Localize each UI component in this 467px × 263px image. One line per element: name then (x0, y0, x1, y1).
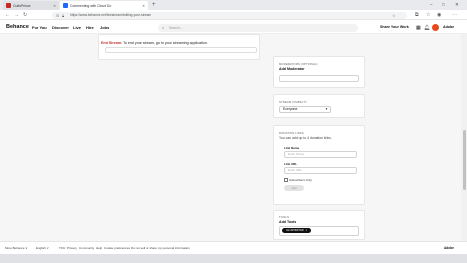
remove-tag-icon[interactable]: × (306, 229, 308, 232)
footer-link-privacy[interactable]: Privacy (67, 246, 77, 250)
reload-icon[interactable]: ↻ (23, 11, 27, 19)
search-icon: ⌕ (162, 24, 165, 30)
visibility-value: Everyone (283, 107, 298, 111)
search-placeholder: Search... (169, 25, 184, 30)
back-arrow-icon[interactable]: ← (5, 11, 10, 19)
site-header: Behance For You Discover Live Hire Jobs … (0, 21, 467, 34)
behance-logo[interactable]: Behance (6, 24, 29, 30)
footer-link-community[interactable]: Community (79, 246, 94, 250)
end-stream-notice: End Stream: To end your stream, go to yo… (101, 41, 208, 45)
donation-subtitle: You can add up to 4 donation links. (279, 136, 332, 140)
link-url-placeholder: Enter URL (288, 168, 303, 172)
apps-grid-icon[interactable]: ▦ (416, 25, 421, 31)
nav-discover[interactable]: Discover (52, 25, 69, 30)
forward-arrow-icon[interactable]: → (14, 11, 19, 19)
stream-key-field[interactable] (105, 47, 257, 53)
avatar[interactable] (432, 24, 439, 31)
donation-label: Donation Links (279, 131, 304, 135)
stream-notice-card: End Stream: To end your stream, go to yo… (98, 34, 260, 60)
footer-link-cookies[interactable]: Cookie preferences (104, 246, 130, 250)
browser-tab-bar: CuttsPrince ✕ Commenting with Cloud Do ✕… (0, 0, 467, 10)
search-input[interactable]: ⌕ Search... (158, 23, 358, 32)
menu-dots-icon[interactable]: ⋯ (452, 11, 457, 19)
bookmark-star-icon[interactable]: ☆ (392, 12, 396, 19)
favorites-icon[interactable]: ☆ (426, 11, 430, 19)
visibility-label: Stream Visibility (279, 100, 307, 104)
nav-hire[interactable]: Hire (86, 25, 94, 30)
profile-icon[interactable]: ◉ (437, 11, 441, 19)
moderator-input[interactable] (279, 75, 359, 82)
address-bar-row: ← → ↻ ⊙ 🔒︎ https://www.behance.net/lives… (0, 10, 467, 20)
lock-icon: 🔒︎ (62, 12, 65, 18)
page-scrollbar[interactable] (461, 34, 467, 241)
footer-link-do-not-sell[interactable]: Do not sell or share my personal informa… (131, 246, 190, 250)
link-url-input[interactable]: Enter URL (284, 167, 357, 174)
adobe-logo[interactable]: Adobe (443, 25, 454, 29)
tab-label: Commenting with Cloud Do (70, 3, 112, 8)
subscribers-only-label: Subscribers Only (289, 178, 312, 182)
tools-label: Tools (279, 215, 289, 219)
share-work-button[interactable]: Share Your Work (380, 25, 409, 29)
link-name-label: Link Name (284, 146, 300, 150)
taskbar (0, 254, 467, 263)
chevron-down-icon: ▼ (325, 107, 328, 111)
footer-link-tou[interactable]: TOU (59, 246, 65, 250)
close-tab-icon[interactable]: ✕ (53, 4, 56, 8)
site-info-icon[interactable]: ⊙ (56, 12, 59, 19)
new-tab-button[interactable]: + (152, 1, 156, 9)
url-text: https://www.behance.net/livestream/editi… (70, 12, 152, 17)
site-footer: More Behance ∨ English ∨ TOU Privacy Com… (0, 241, 467, 254)
nav-for-you[interactable]: For You (32, 25, 47, 30)
tools-panel: Tools Add Tools ILLUSTRATOR × (273, 210, 365, 240)
donation-links-panel: Donation Links You can add up to 4 donat… (273, 125, 365, 205)
tool-tag-illustrator[interactable]: ILLUSTRATOR × (282, 228, 312, 233)
moderators-panel: Moderators (optional) Add Moderator (273, 56, 365, 88)
moderators-label: Moderators (optional) (279, 62, 318, 66)
browser-tab[interactable]: CuttsPrince ✕ (3, 1, 59, 10)
tab-label: CuttsPrince (13, 3, 31, 8)
favicon-icon (63, 3, 68, 8)
browser-tab-active[interactable]: Commenting with Cloud Do ✕ (60, 1, 148, 10)
url-field[interactable]: ⊙ 🔒︎ https://www.behance.net/livestream/… (52, 11, 407, 19)
nav-jobs[interactable]: Jobs (100, 25, 109, 30)
main-content: End Stream: To end your stream, go to yo… (0, 34, 467, 241)
visibility-panel: Stream Visibility Everyone ▼ (273, 94, 365, 118)
link-name-placeholder: Enter Name (288, 152, 305, 156)
visibility-select[interactable]: Everyone ▼ (279, 106, 331, 113)
minimize-icon[interactable]: – (430, 1, 433, 9)
subscribers-only-checkbox[interactable] (284, 178, 288, 182)
extensions-icon[interactable]: ⧉ (415, 11, 419, 19)
link-name-input[interactable]: Enter Name (284, 151, 357, 158)
add-moderator-title: Add Moderator (279, 67, 305, 71)
scrollbar-thumb[interactable] (462, 130, 466, 190)
add-link-button[interactable]: Add (284, 185, 304, 191)
favicon-icon (6, 3, 11, 8)
close-tab-icon[interactable]: ✕ (142, 4, 145, 8)
link-url-label: Link URL (284, 162, 298, 166)
more-behance-dropdown[interactable]: More Behance ∨ (5, 246, 28, 250)
footer-adobe-logo[interactable]: Adobe (444, 246, 454, 250)
language-dropdown[interactable]: English ∨ (36, 246, 49, 250)
notification-bell-icon[interactable]: 🔔︎ (424, 25, 430, 31)
add-tools-title: Add Tools (279, 220, 297, 224)
window-close-icon[interactable]: ✕ (455, 1, 459, 9)
nav-live[interactable]: Live (73, 25, 81, 30)
footer-link-help[interactable]: Help (96, 246, 102, 250)
maximize-icon[interactable]: □ (442, 1, 445, 9)
